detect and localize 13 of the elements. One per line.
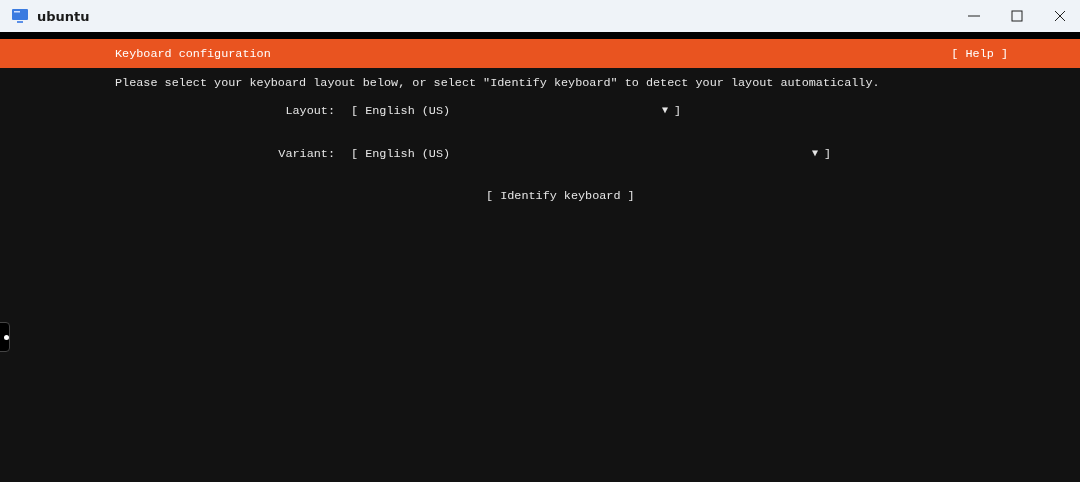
identify-keyboard-button[interactable]: [ Identify keyboard ] bbox=[486, 188, 635, 204]
dropdown[interactable]: [ English (US) ▼ ] bbox=[351, 146, 831, 162]
help-button[interactable]: [ Help ] bbox=[951, 46, 1008, 61]
field-label: Variant: bbox=[277, 146, 335, 162]
side-handle[interactable] bbox=[0, 322, 10, 352]
window-title: ubuntu bbox=[37, 8, 90, 24]
screen-title: Keyboard configuration bbox=[115, 46, 271, 61]
dropdown[interactable]: [ English (US) ▼ ] bbox=[351, 103, 681, 119]
maximize-icon bbox=[1011, 10, 1023, 22]
monitor-icon bbox=[11, 8, 29, 24]
field-label: Layout: bbox=[284, 103, 335, 119]
instructions-text: Please select your keyboard layout below, or select "Identify keyboard" to detect your layout automatically. bbox=[115, 75, 881, 91]
close-icon bbox=[1054, 10, 1066, 22]
